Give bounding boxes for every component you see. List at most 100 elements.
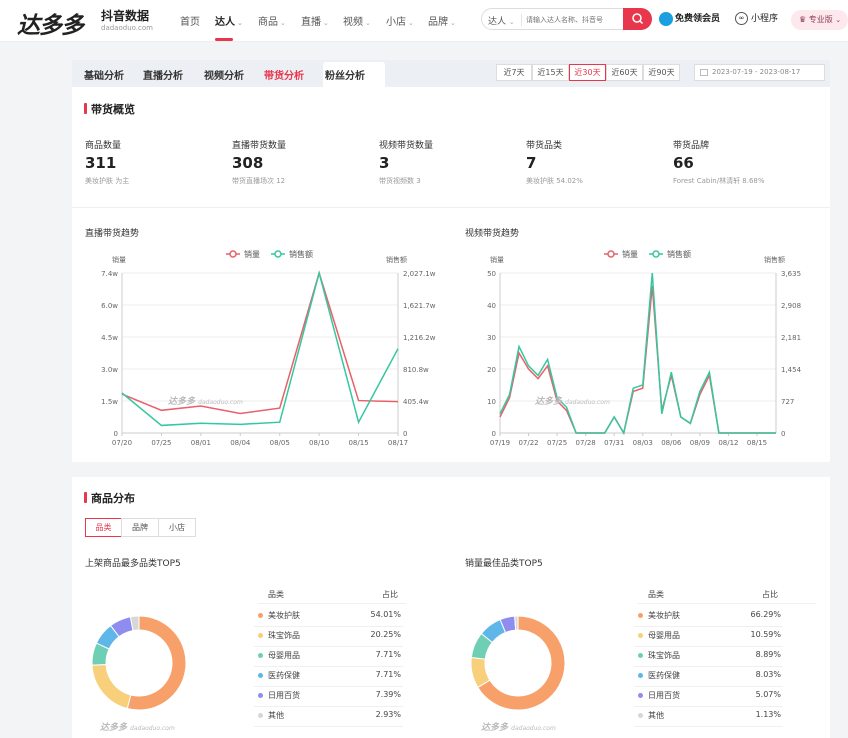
legend-marker: [607, 250, 615, 258]
top-bar: 达多多 抖音数据 dadaoduo.com 首页 达人 ⌄ 商品 ⌄ 直播 ⌄ 视频 ⌄…: [0, 0, 848, 42]
range-90d[interactable]: 近90天: [643, 64, 680, 81]
y2-tick-label: 1,216.2w: [403, 334, 436, 342]
live-chart-title: 直播带货趋势: [85, 229, 140, 239]
y2-tick-label: 0: [781, 430, 785, 438]
tab-basic[interactable]: 基础分析: [84, 67, 124, 82]
chevron-down-icon: ⌄: [450, 19, 456, 27]
legend-label: 销售额: [667, 249, 691, 259]
category-name: 其他: [268, 711, 284, 720]
y2-tick-label: 1,454: [781, 366, 802, 374]
watermark: 达多多 dadaoduo.com: [100, 723, 175, 733]
stat-category-count: 带货品类 7 美妆护肤 54.02%: [526, 141, 583, 185]
y-axis-label: 销量: [490, 255, 504, 264]
free-member-button[interactable]: 免费领会员: [659, 11, 720, 26]
y-axis-label: 销量: [112, 255, 126, 264]
category-share: 66.29%: [750, 610, 781, 619]
y2-tick-label: 2,908: [781, 302, 801, 310]
x-tick-label: 08/01: [191, 439, 211, 447]
table-row: 美妆护肤 54.01%: [258, 610, 401, 622]
x-tick-label: 08/10: [309, 439, 329, 447]
legend-dot: [258, 713, 263, 718]
legend-dot: [258, 653, 263, 658]
y2-tick-label: 2,027.1w: [403, 270, 436, 278]
video-chart-title: 视频带货趋势: [465, 229, 520, 239]
category-share: 1.13%: [755, 710, 781, 719]
top5-listed-title: 上架商品最多品类TOP5: [85, 559, 181, 569]
category-name: 医药保健: [648, 671, 680, 680]
legend-marker: [229, 250, 237, 258]
tab-fans[interactable]: 粉丝分析: [325, 67, 365, 82]
table-head-category: 品类: [648, 590, 664, 599]
search-input[interactable]: [526, 12, 616, 27]
range-7d[interactable]: 近7天: [496, 64, 532, 81]
subtab-brand[interactable]: 品牌: [121, 518, 159, 537]
link-icon: ∞: [735, 12, 748, 25]
nav-influencer[interactable]: 达人 ⌄: [215, 13, 243, 28]
x-tick-label: 07/25: [151, 439, 171, 447]
x-tick-label: 07/28: [576, 439, 596, 447]
chevron-down-icon: ⌄: [408, 19, 414, 27]
distribution-title: 商品分布: [84, 490, 135, 506]
subtab-category[interactable]: 品类: [85, 518, 122, 537]
live-sales-trend-chart: 销量 销售额销量 销售额0 01.5w 405.4w3.0w 810.8w4.5w 1,21…: [101, 249, 436, 447]
range-15d[interactable]: 近15天: [532, 64, 569, 81]
stat-live-count: 直播带货数量 308 带货直播场次 12: [232, 141, 287, 185]
y-tick-label: 50: [487, 270, 496, 278]
pie-slice: [91, 664, 132, 710]
y2-axis-label: 销售额: [386, 255, 407, 264]
legend-dot: [638, 633, 643, 638]
subtab-shop[interactable]: 小店: [158, 518, 196, 537]
series-line-sales-amount: [499, 272, 776, 436]
category-share: 54.01%: [370, 610, 401, 619]
table-row: 医药保健 8.03%: [638, 670, 781, 682]
nav-brand[interactable]: 品牌 ⌄: [428, 13, 456, 28]
y2-tick-label: 405.4w: [403, 398, 429, 406]
nav-home[interactable]: 首页: [180, 13, 200, 28]
nav-product[interactable]: 商品 ⌄: [258, 13, 286, 28]
watermark: 达多多 dadaoduo.com: [481, 723, 556, 733]
category-share: 2.93%: [375, 710, 401, 719]
category-name: 珠宝饰品: [268, 631, 300, 640]
category-share: 5.07%: [755, 690, 781, 699]
y2-tick-label: 3,635: [781, 270, 801, 278]
pro-version-button[interactable]: ♛ 专业版 ⌄: [791, 10, 848, 30]
nav-live[interactable]: 直播 ⌄: [301, 13, 329, 28]
pie-slice: [514, 615, 519, 631]
category-name: 医药保健: [268, 671, 300, 680]
diamond-icon: ♛: [799, 15, 807, 24]
y-tick-label: 3.0w: [101, 366, 118, 374]
x-tick-label: 08/06: [661, 439, 682, 447]
category-share: 20.25%: [370, 630, 401, 639]
table-row: 日用百货 5.07%: [638, 690, 781, 702]
logo-domain: dadaoduo.com: [101, 24, 153, 32]
category-share: 7.71%: [375, 650, 401, 659]
category-name: 美妆护肤: [648, 611, 680, 620]
category-share: 8.03%: [755, 670, 781, 679]
range-30d[interactable]: 近30天: [569, 64, 606, 81]
y-tick-label: 4.5w: [101, 334, 118, 342]
member-icon: [659, 11, 673, 26]
chevron-down-icon: ⌄: [365, 19, 371, 27]
tab-sales[interactable]: 带货分析: [264, 67, 304, 82]
category-name: 珠宝饰品: [648, 651, 680, 660]
y-tick-label: 40: [487, 302, 496, 310]
chevron-down-icon: ⌄: [508, 18, 515, 26]
category-share: 10.59%: [750, 630, 781, 639]
logo[interactable]: 达多多: [17, 6, 84, 40]
search-type-select[interactable]: 达人 ⌄: [488, 14, 515, 27]
nav-shop[interactable]: 小店 ⌄: [386, 13, 414, 28]
category-name: 母婴用品: [268, 651, 300, 660]
tab-live[interactable]: 直播分析: [143, 67, 183, 82]
y2-tick-label: 2,181: [781, 334, 801, 342]
stat-video-count: 视频带货数量 3 带货视频数 3: [379, 141, 434, 185]
search-button[interactable]: [623, 8, 652, 30]
x-tick-label: 08/15: [747, 439, 767, 447]
tab-video[interactable]: 视频分析: [204, 67, 244, 82]
table-row: 其他 1.13%: [638, 710, 781, 722]
mini-program-button[interactable]: ∞ 小程序: [735, 11, 778, 25]
nav-video[interactable]: 视频 ⌄: [343, 13, 371, 28]
table-head-share: 占比: [382, 590, 398, 599]
y-tick-label: 7.4w: [101, 270, 118, 278]
date-range-picker[interactable]: 2023-07-19 - 2023-08-17: [694, 64, 825, 81]
range-60d[interactable]: 近60天: [606, 64, 643, 81]
